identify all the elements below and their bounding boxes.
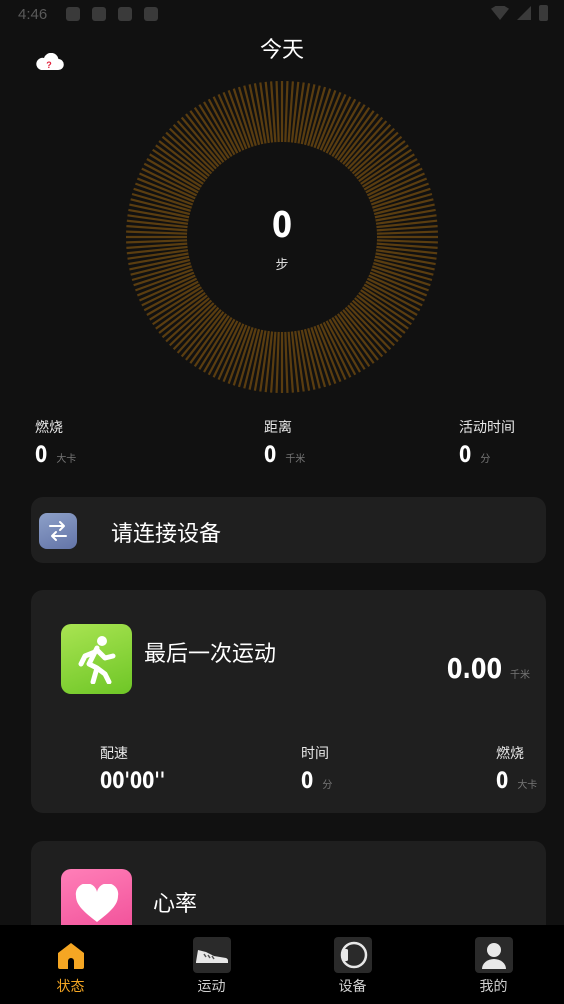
nav-item-sport[interactable]: 运动 <box>141 925 282 1004</box>
steps-value: 0 <box>271 205 293 246</box>
workout-distance-value: 0.00 <box>446 652 502 685</box>
nav-label: 我的 <box>479 978 508 994</box>
workout-stat-pace: 配速 00'00'' <box>100 743 181 794</box>
system-icons <box>491 5 548 21</box>
workout-stat-unit: 分 <box>322 780 333 791</box>
ring-tick <box>310 327 332 386</box>
ring-tick <box>310 88 332 147</box>
stat-unit: 千米 <box>285 454 306 465</box>
connect-icon <box>39 513 77 549</box>
heart-rate-title: 心率 <box>153 891 198 916</box>
stat-label: 活动时间 <box>459 419 515 435</box>
workout-stat-calories: 燃烧 0 大卡 <box>496 743 537 794</box>
ring-tick <box>275 331 280 393</box>
nav-item-mine[interactable]: 我的 <box>423 925 564 1004</box>
ring-tick <box>232 88 254 147</box>
steps-unit: 步 <box>275 257 289 272</box>
stat-calories: 燃烧 0 大卡 <box>35 417 76 468</box>
shoe-icon <box>192 937 231 973</box>
nav-label: 设备 <box>338 978 367 994</box>
bottom-nav: 状态 运动 设备 我的 <box>0 925 564 1004</box>
stat-label: 燃烧 <box>35 419 63 435</box>
stat-value: 0 <box>459 443 472 468</box>
signal-icon <box>517 6 531 20</box>
battery-icon <box>539 5 548 21</box>
stat-distance: 距离 0 千米 <box>264 417 305 468</box>
workout-stat-time: 时间 0 分 <box>301 743 332 794</box>
workout-stat-unit: 大卡 <box>517 780 538 791</box>
home-icon <box>52 937 90 973</box>
status-time: 4:46 <box>18 6 48 23</box>
nav-label: 运动 <box>197 978 226 994</box>
workout-stat-label: 配速 <box>100 745 128 761</box>
ring-tick <box>275 81 280 143</box>
person-icon <box>474 937 513 973</box>
ring-tick <box>284 331 289 393</box>
workout-distance-unit: 千米 <box>510 670 530 681</box>
connect-device-card[interactable]: 请连接设备 <box>31 497 546 563</box>
workout-title: 最后一次运动 <box>144 641 277 666</box>
stat-unit: 大卡 <box>56 454 77 465</box>
download-icon <box>144 7 158 21</box>
nav-item-status[interactable]: 状态 <box>0 925 141 1004</box>
watch-icon <box>333 937 372 973</box>
stat-label: 距离 <box>264 419 292 435</box>
workout-stat-value: 0 <box>301 769 314 794</box>
workout-stat-label: 燃烧 <box>496 745 524 761</box>
workout-stat-value: 00'00'' <box>100 769 166 794</box>
last-workout-card[interactable]: 最后一次运动 0.00 千米 配速 00'00'' 时间 0 分 燃烧 0 大卡 <box>31 590 546 813</box>
workout-distance: 0.00 千米 <box>433 652 530 685</box>
workout-stat-value: 0 <box>496 769 509 794</box>
stat-value: 0 <box>264 443 277 468</box>
nav-item-device[interactable]: 设备 <box>282 925 423 1004</box>
notification-icons <box>66 7 158 21</box>
notification-icon <box>92 7 106 21</box>
stat-value: 0 <box>35 443 48 468</box>
connect-device-label: 请连接设备 <box>111 521 222 546</box>
nav-label: 状态 <box>56 978 85 994</box>
notification-icon <box>118 7 132 21</box>
wifi-icon <box>491 6 509 20</box>
ring-tick <box>284 81 289 143</box>
stat-unit: 分 <box>480 454 491 465</box>
ring-tick <box>232 327 254 386</box>
workout-stat-label: 时间 <box>301 745 329 761</box>
running-icon <box>61 624 132 694</box>
stat-active-time: 活动时间 0 分 <box>459 417 515 468</box>
status-bar: 4:46 <box>0 0 564 30</box>
notification-icon <box>66 7 80 21</box>
page-title: 今天 <box>259 37 304 62</box>
